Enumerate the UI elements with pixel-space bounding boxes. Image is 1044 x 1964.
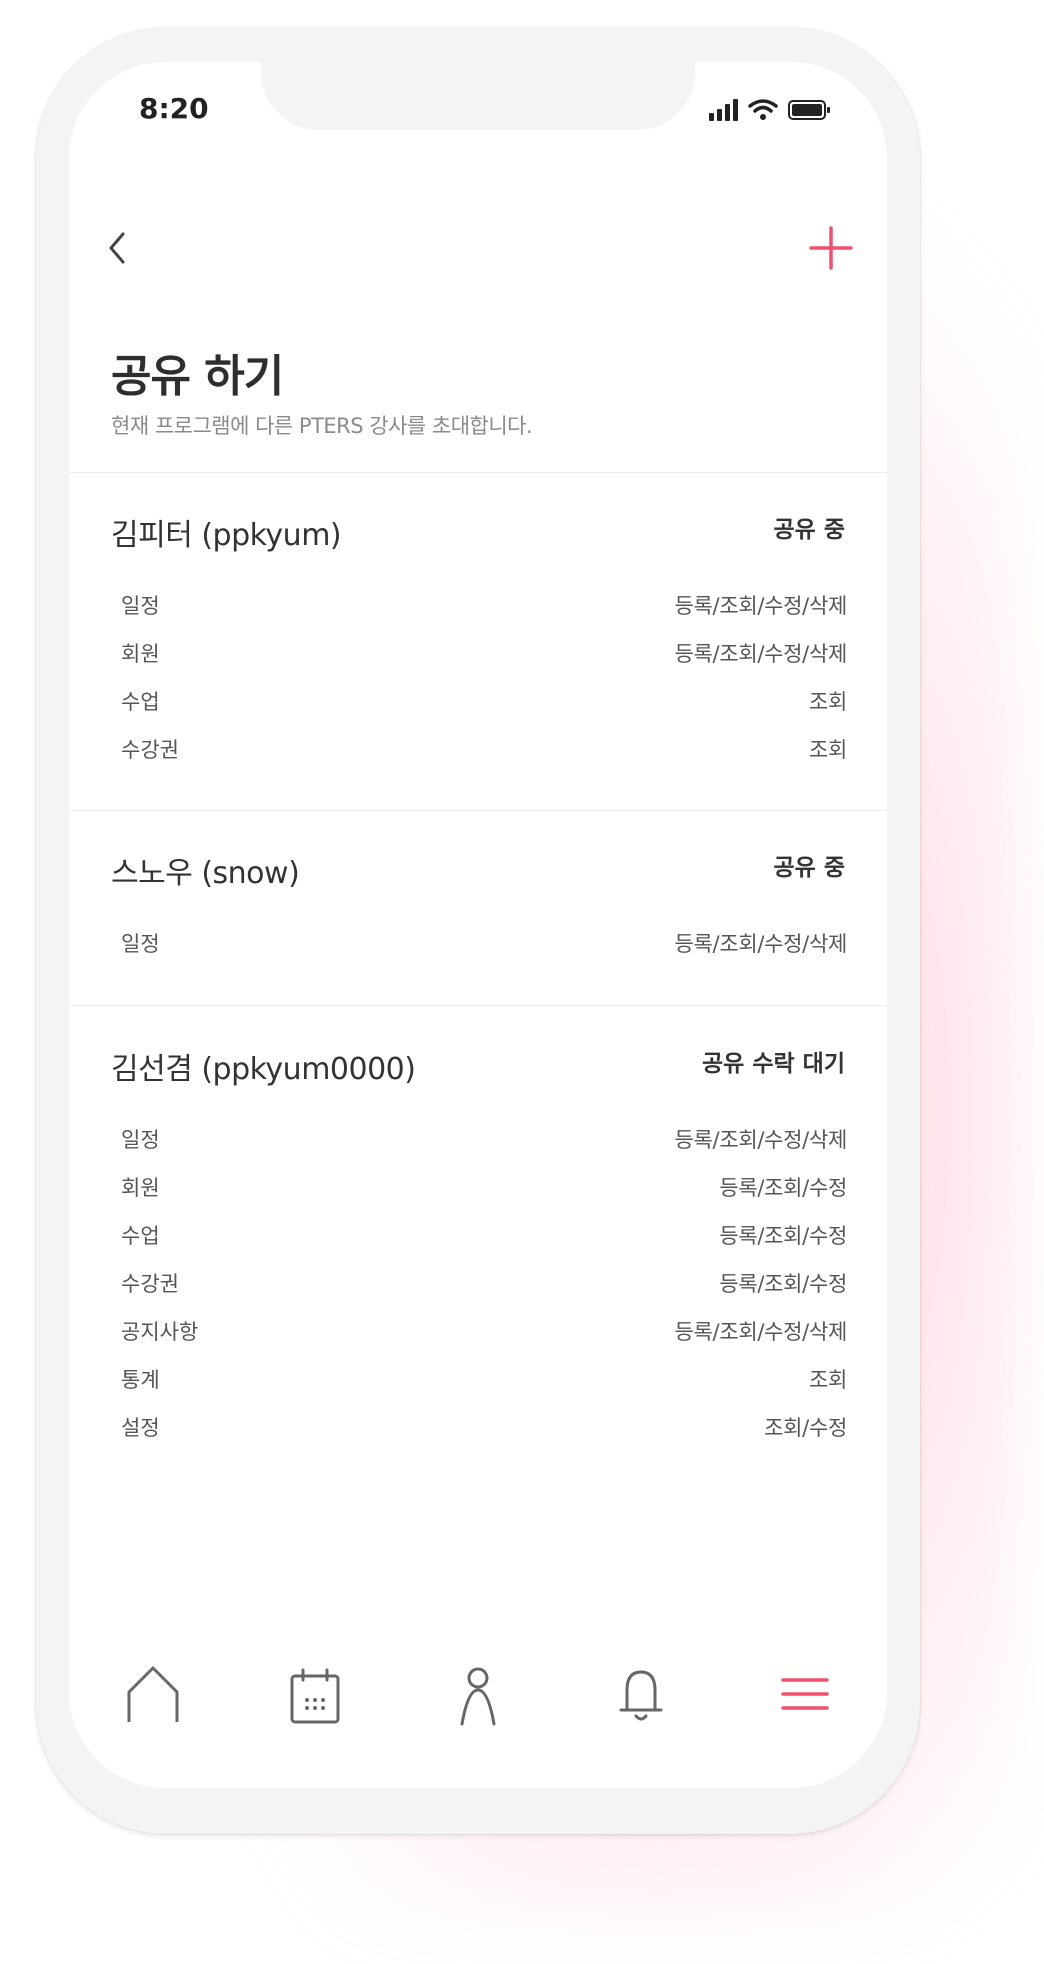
permission-label: 회원	[121, 642, 160, 666]
home-icon	[127, 1666, 179, 1722]
tab-notifications[interactable]	[609, 1662, 673, 1726]
share-card[interactable]: 김피터 (ppkyum) 공유 중 일정 등록/조회/수정/삭제 회원 등록/조…	[69, 510, 887, 810]
divider	[69, 472, 887, 473]
permission-label: 수업	[121, 690, 160, 714]
share-status: 공유 수락 대기	[702, 1051, 845, 1077]
wifi-icon	[748, 99, 778, 120]
permission-value: 조회	[808, 738, 847, 762]
add-share-button[interactable]	[807, 224, 855, 272]
page-title: 공유 하기	[111, 351, 284, 402]
permission-row: 공지사항 등록/조회/수정/삭제	[121, 1316, 847, 1350]
permission-value: 조회/수정	[764, 1416, 847, 1440]
permission-label: 일정	[121, 932, 160, 956]
share-user-name: 김피터 (ppkyum)	[111, 518, 342, 553]
permission-row: 설정 조회/수정	[121, 1412, 847, 1446]
permission-row: 수업 조회	[121, 686, 847, 720]
permission-value: 등록/조회/수정	[719, 1272, 847, 1296]
permission-row: 회원 등록/조회/수정/삭제	[121, 638, 847, 672]
share-status: 공유 중	[773, 855, 846, 881]
permission-label: 회원	[121, 1176, 160, 1200]
back-button[interactable]	[97, 226, 141, 270]
tab-home[interactable]	[121, 1662, 185, 1726]
permission-value: 등록/조회/수정/삭제	[674, 932, 848, 956]
page-subtitle: 현재 프로그램에 다른 PTERS 강사를 초대합니다.	[111, 414, 533, 438]
person-icon	[460, 1667, 496, 1726]
menu-icon	[781, 1678, 829, 1710]
permission-label: 공지사항	[121, 1320, 199, 1344]
status-icons	[709, 96, 832, 124]
permission-label: 일정	[121, 594, 160, 618]
permission-row: 회원 등록/조회/수정	[121, 1172, 847, 1206]
share-status: 공유 중	[773, 517, 846, 543]
permission-label: 수강권	[121, 738, 179, 762]
signal-icon	[709, 99, 738, 121]
tab-menu[interactable]	[773, 1662, 837, 1726]
share-card[interactable]: 스노우 (snow) 공유 중 일정 등록/조회/수정/삭제	[69, 848, 887, 1008]
share-card[interactable]: 김선겸 (ppkyum0000) 공유 수락 대기 일정 등록/조회/수정/삭제…	[69, 1044, 887, 1464]
tab-calendar[interactable]	[283, 1662, 347, 1726]
permission-value: 등록/조회/수정/삭제	[674, 594, 848, 618]
bell-icon	[619, 1670, 663, 1721]
permission-label: 일정	[121, 1128, 160, 1152]
bottom-tab-bar	[69, 1662, 887, 1742]
share-user-name: 김선겸 (ppkyum0000)	[111, 1052, 416, 1087]
permission-row: 일정 등록/조회/수정/삭제	[121, 928, 847, 962]
permission-value: 등록/조회/수정	[719, 1224, 847, 1248]
permission-value: 조회	[808, 690, 847, 714]
calendar-icon	[290, 1668, 340, 1724]
battery-icon	[788, 100, 830, 120]
divider	[69, 1005, 887, 1006]
permission-value: 등록/조회/수정/삭제	[674, 642, 848, 666]
notch	[261, 62, 695, 130]
phone-screen: 8:20 공유 하기 현재 프로그램에 다른 PTERS 강사를 초대합니다. …	[69, 62, 887, 1788]
permission-label: 수업	[121, 1224, 160, 1248]
permission-value: 등록/조회/수정/삭제	[674, 1320, 848, 1344]
permission-row: 일정 등록/조회/수정/삭제	[121, 590, 847, 624]
plus-icon	[809, 226, 853, 270]
tab-members[interactable]	[446, 1662, 510, 1726]
status-time: 8:20	[139, 92, 209, 125]
permission-row: 통계 조회	[121, 1364, 847, 1398]
divider	[69, 810, 887, 811]
chevron-left-icon	[109, 232, 125, 264]
permission-row: 수강권 등록/조회/수정	[121, 1268, 847, 1302]
permission-value: 등록/조회/수정/삭제	[674, 1128, 848, 1152]
permission-value: 조회	[808, 1368, 847, 1392]
permission-value: 등록/조회/수정	[719, 1176, 847, 1200]
permission-label: 설정	[121, 1416, 160, 1440]
permission-row: 수강권 조회	[121, 734, 847, 768]
permission-row: 수업 등록/조회/수정	[121, 1220, 847, 1254]
share-user-name: 스노우 (snow)	[111, 856, 300, 891]
permission-row: 일정 등록/조회/수정/삭제	[121, 1124, 847, 1158]
permission-label: 통계	[121, 1368, 160, 1392]
permission-label: 수강권	[121, 1272, 179, 1296]
